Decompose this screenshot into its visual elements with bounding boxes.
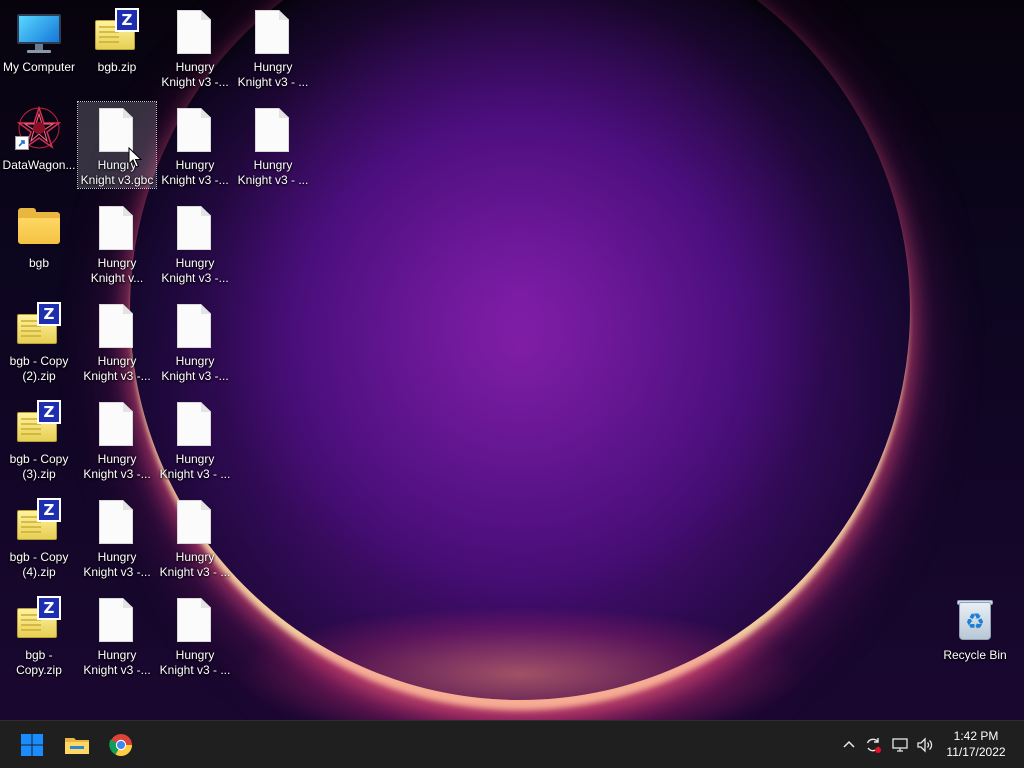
desktop-icon-hungry-knight-file[interactable]: Hungry Knight v3 -... bbox=[156, 102, 234, 188]
desktop-icon-hungry-knight-file[interactable]: Hungry Knight v3 - ... bbox=[234, 4, 312, 90]
desktop[interactable]: My Computer DataWagon... bgb Z bgb - Cop… bbox=[0, 0, 1024, 720]
desktop-icon-hungry-knight-file[interactable]: Hungry Knight v3 -... bbox=[78, 298, 156, 384]
wallpaper-glow bbox=[120, 520, 920, 720]
document-icon bbox=[93, 400, 141, 448]
computer-icon bbox=[15, 8, 63, 56]
icon-label: bgb bbox=[28, 256, 50, 270]
zip-archive-icon: Z bbox=[15, 498, 63, 546]
desktop-icon-bgb-copy-2-zip[interactable]: Z bgb - Copy (2).zip bbox=[0, 298, 78, 384]
document-icon bbox=[171, 106, 219, 154]
desktop-icon-bgb-folder[interactable]: bgb bbox=[0, 200, 78, 286]
desktop-icon-hungry-knight-file[interactable]: Hungry Knight v3 -... bbox=[78, 592, 156, 678]
desktop-icon-hungry-knight-gbc[interactable]: Hungry Knight v3.gbc bbox=[77, 101, 157, 189]
document-icon bbox=[93, 302, 141, 350]
icon-label: Hungry Knight v3 -... bbox=[161, 60, 229, 89]
icon-label: Hungry Knight v3 -... bbox=[161, 354, 229, 383]
icon-label: Hungry Knight v3 -... bbox=[83, 648, 151, 677]
desktop-icon-hungry-knight-file[interactable]: Hungry Knight v... bbox=[78, 200, 156, 286]
desktop-icon-datawagon[interactable]: DataWagon... bbox=[0, 102, 78, 188]
zip-archive-icon: Z bbox=[93, 8, 141, 56]
desktop-icon-bgb-zip[interactable]: Z bgb.zip bbox=[78, 4, 156, 90]
start-button[interactable] bbox=[16, 729, 48, 761]
desktop-icon-hungry-knight-file[interactable]: Hungry Knight v3 - ... bbox=[234, 102, 312, 188]
icon-label: Hungry Knight v3 - ... bbox=[237, 60, 309, 89]
datawagon-icon bbox=[15, 106, 63, 154]
desktop-icon-hungry-knight-file[interactable]: Hungry Knight v3 -... bbox=[156, 298, 234, 384]
icon-label: My Computer bbox=[2, 60, 76, 74]
document-icon bbox=[171, 400, 219, 448]
document-icon bbox=[171, 302, 219, 350]
volume-icon[interactable] bbox=[915, 735, 935, 755]
desktop-icon-bgb-copy-zip[interactable]: Z bgb - Copy.zip bbox=[0, 592, 78, 678]
icon-label: Hungry Knight v3.gbc bbox=[80, 158, 154, 187]
document-icon bbox=[171, 8, 219, 56]
zip-archive-icon: Z bbox=[15, 400, 63, 448]
document-icon bbox=[93, 204, 141, 252]
zip-archive-icon: Z bbox=[15, 596, 63, 644]
icon-label: bgb - Copy (3).zip bbox=[9, 452, 69, 481]
document-icon bbox=[93, 596, 141, 644]
zip-archive-icon: Z bbox=[15, 302, 63, 350]
desktop-icon-bgb-copy-3-zip[interactable]: Z bgb - Copy (3).zip bbox=[0, 396, 78, 482]
recycle-bin-icon: ♻ bbox=[951, 596, 999, 644]
icon-label: Hungry Knight v3 -... bbox=[161, 158, 229, 187]
chrome-icon bbox=[109, 734, 132, 756]
desktop-icon-hungry-knight-file[interactable]: Hungry Knight v3 - ... bbox=[156, 396, 234, 482]
taskbar-clock[interactable]: 1:42 PM 11/17/2022 bbox=[938, 728, 1014, 760]
icon-label: Hungry Knight v3 - ... bbox=[159, 550, 231, 579]
icon-label: Hungry Knight v3 - ... bbox=[237, 158, 309, 187]
icon-label: DataWagon... bbox=[2, 158, 76, 172]
icon-label: Hungry Knight v3 - ... bbox=[159, 648, 231, 677]
desktop-icon-recycle-bin[interactable]: ♻ Recycle Bin bbox=[936, 592, 1014, 678]
network-icon[interactable] bbox=[890, 735, 910, 755]
desktop-icon-hungry-knight-file[interactable]: Hungry Knight v3 -... bbox=[156, 200, 234, 286]
icon-label: bgb - Copy (4).zip bbox=[9, 550, 69, 579]
icon-label: Hungry Knight v3 - ... bbox=[159, 452, 231, 481]
desktop-icon-hungry-knight-file[interactable]: Hungry Knight v3 -... bbox=[78, 494, 156, 580]
desktop-icon-my-computer[interactable]: My Computer bbox=[0, 4, 78, 90]
icon-label: Hungry Knight v3 -... bbox=[83, 550, 151, 579]
folder-icon bbox=[15, 204, 63, 252]
mouse-cursor-icon bbox=[128, 147, 142, 168]
icon-label: bgb - Copy.zip bbox=[16, 648, 62, 677]
chevron-up-icon[interactable] bbox=[839, 735, 859, 755]
icon-label: Hungry Knight v3 -... bbox=[83, 354, 151, 383]
icon-label: Hungry Knight v... bbox=[90, 256, 144, 285]
clock-time: 1:42 PM bbox=[953, 729, 999, 743]
document-icon bbox=[171, 498, 219, 546]
desktop-icon-hungry-knight-file[interactable]: Hungry Knight v3 - ... bbox=[156, 494, 234, 580]
sync-icon[interactable] bbox=[863, 735, 883, 755]
document-icon bbox=[249, 8, 297, 56]
folder-icon bbox=[65, 738, 89, 754]
document-icon bbox=[249, 106, 297, 154]
desktop-icon-hungry-knight-file[interactable]: Hungry Knight v3 -... bbox=[78, 396, 156, 482]
icon-label: Hungry Knight v3 -... bbox=[83, 452, 151, 481]
desktop-icon-hungry-knight-file[interactable]: Hungry Knight v3 - ... bbox=[156, 592, 234, 678]
document-icon bbox=[93, 498, 141, 546]
shortcut-arrow-icon bbox=[15, 136, 29, 150]
icon-label: bgb.zip bbox=[97, 60, 137, 74]
document-icon bbox=[171, 596, 219, 644]
file-explorer-button[interactable] bbox=[61, 729, 93, 761]
desktop-icon-hungry-knight-file[interactable]: Hungry Knight v3 -... bbox=[156, 4, 234, 90]
chrome-button[interactable] bbox=[105, 729, 137, 761]
document-icon bbox=[171, 204, 219, 252]
windows-logo-icon bbox=[21, 734, 43, 756]
icon-label: bgb - Copy (2).zip bbox=[9, 354, 69, 383]
icon-label: Hungry Knight v3 -... bbox=[161, 256, 229, 285]
desktop-icon-bgb-copy-4-zip[interactable]: Z bgb - Copy (4).zip bbox=[0, 494, 78, 580]
icon-label: Recycle Bin bbox=[943, 648, 1007, 662]
taskbar: 1:42 PM 11/17/2022 bbox=[0, 720, 1024, 768]
clock-date: 11/17/2022 bbox=[946, 745, 1006, 759]
